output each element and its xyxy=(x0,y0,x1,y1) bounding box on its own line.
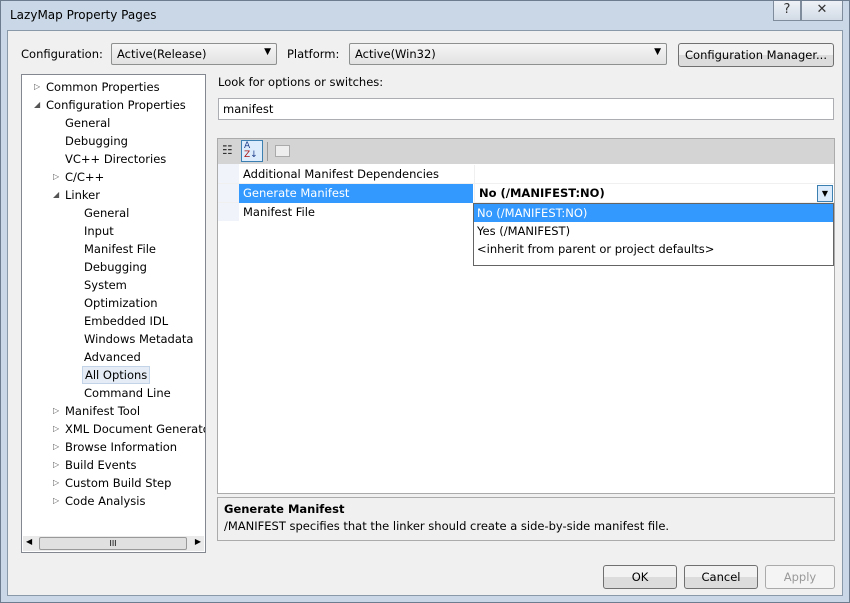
tree-item[interactable]: Embedded IDL xyxy=(82,312,170,330)
tree-item[interactable]: Linker xyxy=(63,186,102,204)
platform-value: Active(Win32) xyxy=(355,47,436,61)
dropdown-option[interactable]: <inherit from parent or project defaults… xyxy=(474,240,833,258)
property-name: Manifest File xyxy=(243,205,315,219)
tree-item[interactable]: Command Line xyxy=(82,384,173,402)
tree-item[interactable]: Configuration Properties xyxy=(44,96,188,114)
tree-item[interactable]: Browse Information xyxy=(63,438,179,456)
expand-arrow-icon[interactable]: ▷ xyxy=(53,438,59,456)
help-button[interactable]: ? xyxy=(773,1,801,21)
dropdown-option[interactable]: Yes (/MANIFEST) xyxy=(474,222,833,240)
tree-item[interactable]: Optimization xyxy=(82,294,160,312)
tree-item[interactable]: Manifest Tool xyxy=(63,402,142,420)
property-row[interactable]: Additional Manifest Dependencies xyxy=(218,165,834,184)
categorized-icon[interactable]: ☷ xyxy=(222,143,233,157)
tree-item[interactable]: Input xyxy=(82,222,116,240)
expand-arrow-icon[interactable]: ▷ xyxy=(53,474,59,492)
tree-item[interactable]: System xyxy=(82,276,129,294)
cancel-button[interactable]: Cancel xyxy=(684,565,758,589)
tree-item[interactable]: Build Events xyxy=(63,456,138,474)
platform-label: Platform: xyxy=(287,47,340,61)
ok-button[interactable]: OK xyxy=(603,565,677,589)
expand-arrow-icon[interactable]: ▷ xyxy=(53,168,59,186)
tree-item[interactable]: VC++ Directories xyxy=(63,150,168,168)
chevron-down-icon: ▼ xyxy=(654,47,661,57)
expand-arrow-icon[interactable]: ▷ xyxy=(53,402,59,420)
expand-arrow-icon[interactable]: ▷ xyxy=(53,492,59,510)
scroll-right-icon[interactable]: ▶ xyxy=(195,537,201,546)
property-row[interactable]: Generate Manifest No (/MANIFEST:NO) ▼ xyxy=(218,184,834,203)
tree-item[interactable]: Debugging xyxy=(82,258,149,276)
property-tree: ◀ III ▶ ▷ Common Properties ◢ Configuration… xyxy=(21,74,206,553)
configuration-manager-button[interactable]: Configuration Manager... xyxy=(678,43,834,67)
tree-item[interactable]: C/C++ xyxy=(63,168,106,186)
expand-arrow-icon[interactable]: ▷ xyxy=(34,78,40,96)
tree-item[interactable]: Debugging xyxy=(63,132,130,150)
property-value[interactable] xyxy=(474,165,834,184)
tree-item[interactable]: All Options xyxy=(82,366,151,384)
tree-item[interactable]: General xyxy=(63,114,112,132)
tree-item[interactable]: Manifest File xyxy=(82,240,158,258)
description-pane: Generate Manifest /MANIFEST specifies th… xyxy=(217,497,835,541)
tree-horizontal-scrollbar[interactable]: ◀ III ▶ xyxy=(23,536,204,551)
property-grid: ☷ A Z↓ Additional Manifest Dependencies Ge… xyxy=(217,138,835,494)
dropdown-arrow-icon[interactable]: ▼ xyxy=(817,185,833,202)
window-title: LazyMap Property Pages xyxy=(10,8,157,22)
expand-arrow-icon[interactable]: ▷ xyxy=(53,420,59,438)
property-pages-icon xyxy=(275,145,290,157)
tree-item[interactable]: General xyxy=(82,204,131,222)
toolbar-separator xyxy=(267,142,268,161)
scroll-thumb[interactable]: III xyxy=(39,537,187,550)
configuration-value: Active(Release) xyxy=(117,47,207,61)
chevron-down-icon: ▼ xyxy=(264,47,271,57)
tree-item[interactable]: Code Analysis xyxy=(63,492,147,510)
expand-arrow-icon[interactable]: ▷ xyxy=(53,456,59,474)
collapse-arrow-icon[interactable]: ◢ xyxy=(53,186,59,204)
configuration-label: Configuration: xyxy=(21,47,103,61)
scroll-left-icon[interactable]: ◀ xyxy=(26,537,32,546)
description-title: Generate Manifest xyxy=(224,502,345,516)
generate-manifest-dropdown-list: No (/MANIFEST:NO) Yes (/MANIFEST) <inherit… xyxy=(473,203,834,266)
tree-item[interactable]: Common Properties xyxy=(44,78,162,96)
property-name: Generate Manifest xyxy=(239,184,473,203)
tree-item[interactable]: XML Document Generator xyxy=(63,420,205,438)
search-label: Look for options or switches: xyxy=(218,75,384,89)
platform-select[interactable]: Active(Win32) ▼ xyxy=(349,43,667,65)
grid-toolbar: ☷ A Z↓ xyxy=(218,139,834,164)
close-button[interactable]: ✕ xyxy=(801,1,843,21)
apply-button[interactable]: Apply xyxy=(765,565,835,589)
description-text: /MANIFEST specifies that the linker shou… xyxy=(224,519,670,533)
tree-item[interactable]: Custom Build Step xyxy=(63,474,173,492)
property-value[interactable]: No (/MANIFEST:NO) xyxy=(474,184,834,203)
configuration-select[interactable]: Active(Release) ▼ xyxy=(111,43,277,65)
tree-item[interactable]: Advanced xyxy=(82,348,143,366)
search-input[interactable] xyxy=(218,98,834,120)
tree-item[interactable]: Windows Metadata xyxy=(82,330,195,348)
alphabetical-sort-icon[interactable]: A Z↓ xyxy=(241,140,263,162)
property-name: Additional Manifest Dependencies xyxy=(243,167,439,181)
collapse-arrow-icon[interactable]: ◢ xyxy=(34,96,40,114)
dropdown-option[interactable]: No (/MANIFEST:NO) xyxy=(474,204,833,222)
